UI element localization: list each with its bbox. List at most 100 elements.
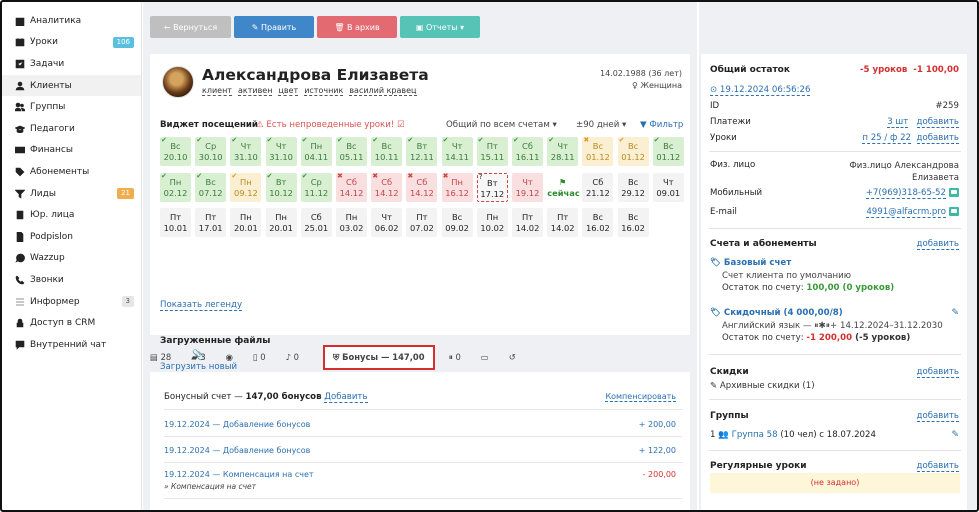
- attendance-cell[interactable]: Пт 14.02: [547, 208, 579, 237]
- attendance-cell[interactable]: ✔ Ср 11.12: [300, 172, 332, 202]
- attendance-cell[interactable]: ✔ Вс 20.10: [160, 136, 191, 166]
- sms-icon[interactable]: [949, 188, 959, 197]
- edit-button[interactable]: ✎ Править: [234, 16, 314, 38]
- attendance-cell[interactable]: ✔ Вс 05.11: [336, 136, 367, 166]
- attendance-cell[interactable]: ✔ Вс 01.12: [617, 136, 649, 166]
- bonus-row-label[interactable]: 19.12.2024 — Компенсация на счет: [164, 470, 314, 479]
- attendance-cell[interactable]: Вс 16.02: [582, 208, 614, 237]
- client-tab[interactable]: ↺: [509, 352, 516, 362]
- attendance-cell[interactable]: ✔ Чт 28.11: [547, 136, 579, 166]
- attendance-cell[interactable]: Чт 06.02: [371, 208, 403, 237]
- lessons-add-link[interactable]: добавить: [916, 133, 959, 144]
- email-value[interactable]: 4991@alfacrm.pro: [866, 207, 946, 218]
- sidebar-item[interactable]: Финансы: [2, 140, 141, 162]
- attendance-cell[interactable]: Вс 29.12: [617, 172, 649, 202]
- sidebar-item[interactable]: Уроки 106: [2, 32, 141, 54]
- bonus-row-label[interactable]: 19.12.2024 — Добавление бонусов: [164, 420, 310, 429]
- attendance-cell[interactable]: ✔ Вс 07.12: [195, 172, 227, 202]
- attendance-cell[interactable]: Вс 16.02: [617, 208, 649, 237]
- tag-source[interactable]: источник: [304, 86, 344, 96]
- discounts-add-link[interactable]: добавить: [916, 367, 959, 378]
- tag-client[interactable]: клиент: [202, 86, 232, 96]
- attendance-cell[interactable]: Пн 10.02: [476, 208, 508, 237]
- sidebar-item[interactable]: Звонки: [2, 269, 141, 291]
- lessons-count[interactable]: п 25 / ф 22: [862, 133, 912, 144]
- back-button[interactable]: ← Вернуться: [150, 16, 231, 38]
- tag-status[interactable]: активен: [237, 86, 273, 96]
- mobile-value[interactable]: +7(969)318-65-52: [865, 188, 946, 199]
- attendance-cell[interactable]: Чт 09.01: [652, 172, 684, 202]
- archive-discounts-link[interactable]: ✎ Архивные скидки (1): [710, 381, 815, 391]
- attendance-cell[interactable]: ✔ Чт 14.11: [441, 136, 473, 166]
- base-account-name[interactable]: 🏷 Базовый счет: [710, 258, 791, 268]
- attendance-cell[interactable]: ✔ Вс 01.12: [652, 136, 684, 166]
- client-tab[interactable]: ◉: [226, 352, 233, 362]
- attendance-cell[interactable]: Чт 19.12: [512, 172, 543, 202]
- attendance-cell[interactable]: Пт 07.02: [406, 208, 438, 237]
- sidebar-item[interactable]: Задачи: [2, 53, 141, 75]
- attendance-cell[interactable]: Сб 25.01: [300, 208, 332, 237]
- bonus-row-label[interactable]: 19.12.2024 — Добавление бонусов: [164, 446, 310, 455]
- days-select[interactable]: ±90 дней ▾: [576, 120, 626, 130]
- sidebar-item[interactable]: Информер 3: [2, 291, 141, 313]
- show-legend-link[interactable]: Показать легенду: [160, 300, 243, 311]
- attendance-cell[interactable]: ✔ Чт 31.10: [230, 136, 262, 166]
- group-link[interactable]: Группа 58: [732, 430, 778, 440]
- groups-add-link[interactable]: добавить: [916, 411, 959, 422]
- attendance-cell[interactable]: ✔ Сб 16.11: [512, 136, 543, 166]
- client-tab[interactable]: ⏸ 0: [449, 352, 461, 363]
- bonus-row[interactable]: 19.12.2024 — Добавление бонусов + 200,00: [164, 410, 682, 437]
- attendance-cell[interactable]: ✔ Пн 02.12: [160, 172, 191, 202]
- discount-account-name[interactable]: 🏷 Скидочный (4 000,00/8): [710, 308, 843, 318]
- client-tab[interactable]: ▭: [481, 352, 489, 362]
- client-tab[interactable]: ▤ 28: [150, 352, 171, 362]
- sidebar-item[interactable]: Педагоги: [2, 118, 141, 140]
- client-tab[interactable]: ▯ 0: [253, 352, 266, 362]
- regular-lessons-add-link[interactable]: добавить: [916, 461, 959, 472]
- pencil-icon[interactable]: ✎: [951, 430, 959, 440]
- sidebar-item[interactable]: Лиды 21: [2, 183, 141, 205]
- attendance-cell[interactable]: Вс 09.02: [441, 208, 473, 237]
- attendance-cell[interactable]: ✔ Вс 10.11: [371, 136, 403, 166]
- sidebar-item[interactable]: Клиенты: [2, 74, 141, 97]
- sidebar-item[interactable]: Внутренний чат: [2, 334, 141, 356]
- sidebar-item[interactable]: Юр. лица: [2, 204, 141, 226]
- attendance-cell[interactable]: ⚑ сейчас: [547, 172, 580, 202]
- attendance-cell[interactable]: ? Вт 17.12: [476, 172, 508, 202]
- archive-button[interactable]: 🗑 В архив: [317, 16, 397, 38]
- unprocessed-warning[interactable]: ⚠ Есть непроведенные уроки! ☑: [256, 120, 405, 130]
- attendance-cell[interactable]: Пт 10.01: [160, 208, 191, 237]
- tag-color[interactable]: цвет: [278, 86, 299, 96]
- attendance-cell[interactable]: Пн 20.01: [265, 208, 297, 237]
- attendance-cell[interactable]: ✖ Сб 14.12: [406, 172, 438, 202]
- attendance-cell[interactable]: ✔ Пн 09.12: [230, 172, 262, 202]
- attendance-cell[interactable]: ✔ Пн 04.11: [300, 136, 332, 166]
- attendance-cell[interactable]: ✔ Пт 15.11: [476, 136, 508, 166]
- accounts-add-link[interactable]: добавить: [916, 239, 959, 250]
- attendance-cell[interactable]: Пн 20.01: [230, 208, 262, 237]
- bonus-row[interactable]: 19.12.2024 — Компенсация на счет » Компе…: [164, 463, 682, 499]
- payments-add-link[interactable]: добавить: [916, 117, 959, 128]
- compensate-link[interactable]: Компенсировать: [605, 392, 676, 402]
- pencil-icon[interactable]: ✎: [951, 308, 959, 318]
- bonuses-tab[interactable]: ⛨ Бонусы — 147,00: [322, 344, 435, 370]
- balance-timestamp[interactable]: ⊙ 19.12.2024 06:56:26: [710, 85, 811, 96]
- account-select[interactable]: Общий по всем счетам ▾: [446, 120, 557, 130]
- avatar[interactable]: [162, 66, 194, 98]
- attendance-cell[interactable]: Сб 21.12: [582, 172, 614, 202]
- attendance-cell[interactable]: ✖ Вс 01.12: [582, 136, 614, 166]
- sidebar-item[interactable]: Podpislon: [2, 226, 141, 248]
- mail-icon[interactable]: [949, 207, 959, 216]
- tag-manager[interactable]: василий кравец: [349, 86, 417, 96]
- sidebar-item[interactable]: Абонементы: [2, 161, 141, 183]
- attendance-cell[interactable]: Пт 14.02: [512, 208, 543, 237]
- sidebar-item[interactable]: Группы: [2, 96, 141, 118]
- attendance-cell[interactable]: ✖ Сб 14.12: [336, 172, 367, 202]
- attendance-cell[interactable]: ✔ Чт 31.10: [265, 136, 297, 166]
- bonus-row[interactable]: 19.12.2024 — Добавление бонусов + 122,00: [164, 437, 682, 463]
- attendance-cell[interactable]: ✖ Пн 16.12: [441, 172, 473, 202]
- attendance-cell[interactable]: Пн 03.02: [336, 208, 367, 237]
- client-tab[interactable]: ▰ 3: [191, 352, 205, 362]
- sidebar-item[interactable]: Wazzup: [2, 248, 141, 270]
- bonus-add-link[interactable]: Добавить: [324, 392, 368, 403]
